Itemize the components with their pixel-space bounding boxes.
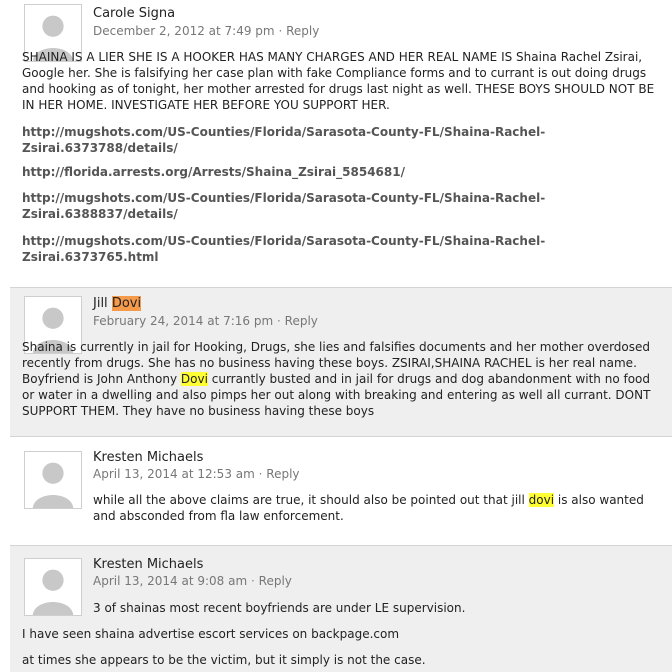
comment-body-line: I have seen shaina advertise escort serv… [22, 627, 400, 641]
author-highlight: Dovi [111, 296, 142, 311]
comment-author[interactable]: Jill Dovi [93, 296, 142, 311]
comment-body-line: at times she appears to be the victim, b… [22, 653, 426, 667]
author-first-name: Jill [93, 296, 112, 311]
comment-link[interactable]: http://mugshots.com/US-Counties/Florida/… [22, 124, 562, 156]
meta-separator: · [278, 24, 283, 38]
comment-author[interactable]: Kresten Michaels [93, 557, 203, 572]
comment-meta: April 13, 2014 at 12:53 am · Reply [93, 467, 300, 481]
comment-author[interactable]: Kresten Michaels [93, 450, 203, 465]
reply-link[interactable]: Reply [286, 24, 319, 38]
comment-body: while all the above claims are true, it … [93, 492, 663, 524]
reply-link[interactable]: Reply [259, 574, 292, 588]
comment-jill-dovi: Jill Dovi February 24, 2014 at 7:16 pm ·… [10, 287, 672, 437]
meta-separator: · [258, 467, 263, 481]
avatar[interactable] [24, 558, 82, 616]
comment-meta: April 13, 2014 at 9:08 am · Reply [93, 574, 292, 588]
comment-body: SHAINA IS A LIER SHE IS A HOOKER HAS MAN… [22, 50, 655, 112]
body-part: while all the above claims are true, it … [93, 493, 529, 507]
comment-link[interactable]: http://florida.arrests.org/Arrests/Shain… [22, 164, 562, 180]
meta-separator: · [251, 574, 255, 588]
reply-link[interactable]: Reply [285, 314, 318, 328]
comment-date-link[interactable]: April 13, 2014 at 9:08 am [93, 574, 247, 588]
comment-body: Shaina is currently in jail for Hooking,… [22, 339, 662, 419]
comment-date-link[interactable]: December 2, 2012 at 7:49 pm [93, 24, 275, 38]
comment-link[interactable]: http://mugshots.com/US-Counties/Florida/… [22, 233, 562, 265]
comment-link[interactable]: http://mugshots.com/US-Counties/Florida/… [22, 190, 562, 222]
search-highlight: Dovi [180, 372, 208, 386]
comment-kresten-michaels-1: Kresten Michaels April 13, 2014 at 12:53… [10, 443, 672, 535]
default-avatar-icon [25, 559, 81, 615]
comment-body-line: 3 of shainas most recent boyfriends are … [93, 601, 466, 615]
comment-carole-signa: Carole Signa December 2, 2012 at 7:49 pm… [10, 0, 672, 278]
comment-kresten-michaels-2: Kresten Michaels April 13, 2014 at 9:08 … [10, 545, 672, 672]
meta-separator: · [277, 314, 281, 328]
comment-meta: February 24, 2014 at 7:16 pm · Reply [93, 314, 318, 328]
comment-date-link[interactable]: February 24, 2014 at 7:16 pm [93, 314, 273, 328]
comment-date-link[interactable]: April 13, 2014 at 12:53 am [93, 467, 255, 481]
default-avatar-icon [25, 452, 81, 508]
comment-author[interactable]: Carole Signa [93, 6, 175, 21]
search-highlight: dovi [528, 493, 555, 507]
comment-meta: December 2, 2012 at 7:49 pm · Reply [93, 24, 319, 38]
reply-link[interactable]: Reply [266, 467, 299, 481]
avatar[interactable] [24, 451, 82, 509]
